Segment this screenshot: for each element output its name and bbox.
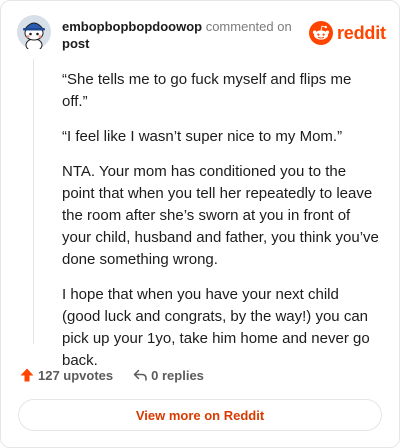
snoo-avatar-icon bbox=[17, 15, 51, 52]
comment-body: “She tells me to go fuck myself and flip… bbox=[62, 69, 380, 385]
comment-paragraph: I hope that when you have your next chil… bbox=[62, 286, 370, 369]
view-more-button[interactable]: View more on Reddit bbox=[18, 399, 382, 431]
comment-paragraph: “She tells me to go fuck myself and flip… bbox=[62, 71, 352, 110]
comment-paragraph: NTA. Your mom has conditioned you to the… bbox=[62, 163, 379, 268]
reddit-logo[interactable]: reddit bbox=[309, 21, 386, 45]
replies-count: 0 replies bbox=[151, 367, 204, 383]
avatar[interactable] bbox=[17, 15, 51, 52]
upvote-arrow-icon bbox=[20, 368, 34, 382]
action-text: commented on bbox=[205, 19, 292, 34]
comment-meta: embopbopbopdoowop commented on post bbox=[62, 18, 292, 52]
upvotes-stat[interactable]: 127 upvotes bbox=[19, 367, 113, 383]
thread-line bbox=[33, 59, 34, 344]
comment-stats: 127 upvotes 0 replies bbox=[19, 367, 204, 383]
brand-name: reddit bbox=[337, 22, 386, 43]
embed-card: embopbopbopdoowop commented on post redd… bbox=[0, 0, 400, 448]
username[interactable]: embopbopbopdoowop bbox=[62, 19, 202, 34]
comment-paragraph: “I feel like I wasn’t super nice to my M… bbox=[62, 128, 343, 145]
reddit-snoo-icon bbox=[309, 21, 333, 45]
upvotes-count: 127 upvotes bbox=[38, 367, 114, 383]
reply-arrow-icon bbox=[133, 369, 147, 381]
post-link[interactable]: post bbox=[62, 35, 292, 52]
replies-stat[interactable]: 0 replies bbox=[132, 367, 204, 383]
